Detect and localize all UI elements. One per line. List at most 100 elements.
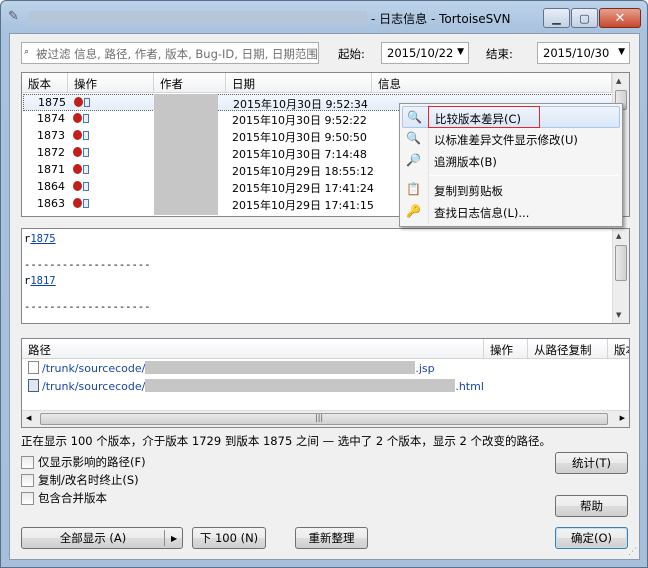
scroll-thumb[interactable] [40,413,608,425]
scroll-grip-icon: ||| [315,413,324,422]
menu-item-label: 以标准差异文件显示修改(U) [434,133,578,147]
checkbox-label: 仅显示影响的路径(F) [38,455,146,469]
col-header-path[interactable]: 路径 [22,339,484,359]
diff-magnifier-icon: 🔍 [406,131,421,145]
show-all-label: 全部显示 (A) [59,531,127,545]
close-button[interactable]: ✕ [599,8,641,28]
modified-icon [73,146,89,159]
resize-grip-icon[interactable]: ⋰ [628,547,637,557]
statistics-button[interactable]: 统计(T) [555,452,628,474]
next-100-button[interactable]: 下 100 (N) [192,527,266,549]
blame-icon: 🔎 [406,153,421,167]
author-redacted [154,94,218,215]
menu-separator [430,175,618,176]
message-line: r1817 [24,275,56,287]
modified-icon [73,163,89,176]
revision-date: 2015年10月29日 18:55:12 [232,165,374,178]
modified-icon [73,197,89,210]
revision-number: 1872 [37,146,65,159]
col-header-copy-from[interactable]: 从路径复制 [528,339,608,359]
menu-item-label: 追溯版本(B) [434,155,497,169]
path-suffix: .jsp [415,362,435,375]
menu-item-copy-clipboard[interactable]: 📋 复制到剪贴板 [402,179,620,201]
revision-number: 1873 [37,129,65,142]
scroll-down-icon[interactable]: ▼ [616,311,621,319]
chevron-down-icon: ▼ [457,47,464,57]
revision-date: 2015年10月30日 9:52:22 [232,114,367,127]
maximize-icon: ▢ [579,11,590,25]
scroll-thumb[interactable] [615,245,627,281]
from-date-value: 2015/10/22 [387,46,454,60]
revision-date: 2015年10月30日 9:52:34 [233,98,368,111]
checkbox-box[interactable] [21,473,34,487]
col-header-date[interactable]: 日期 [226,73,372,93]
revision-number: 1863 [37,197,65,210]
paths-horizontal-scrollbar[interactable]: ◀ ||| ▶ [22,410,629,427]
tortoisesvn-app-icon: ✎ [8,9,19,24]
find-icon: 🔑 [406,204,421,218]
changed-paths-list[interactable]: 路径 操作 从路径复制 版本 /trunk/sourcecode/ .jsp /t… [21,338,630,428]
scroll-left-icon[interactable]: ◀ [26,414,31,422]
col-header-path-action[interactable]: 操作 [484,339,528,359]
message-scrollbar[interactable]: ▲ ▼ [612,229,629,323]
affected-paths-only-checkbox[interactable]: 仅显示影响的路径(F) [21,454,146,470]
list-item[interactable]: /trunk/sourcecode/ .html [28,379,484,396]
menu-item-compare-revisions[interactable]: 🔍 比较版本差异(C) [402,106,620,128]
menu-item-label: 查找日志信息(L)... [434,206,530,220]
revision-date: 2015年10月30日 7:14:48 [232,148,367,161]
stop-on-copy-checkbox[interactable]: 复制/改名时终止(S) [21,472,139,488]
from-date-picker[interactable]: 2015/10/22 ▼ [381,42,469,64]
menu-item-label: 比较版本差异(C) [435,112,522,126]
menu-item-unified-diff[interactable]: 🔍 以标准差异文件显示修改(U) [402,128,620,150]
path-redacted [145,379,456,392]
checkbox-label: 包含合并版本 [38,491,107,505]
path-suffix: .html [455,380,484,393]
scroll-up-icon[interactable]: ▲ [616,77,621,85]
col-header-author[interactable]: 作者 [154,73,226,93]
context-menu: 🔍 比较版本差异(C) 🔍 以标准差异文件显示修改(U) 🔎 追溯版本(B) 📋… [399,103,623,227]
window-title: - 日志信息 - TortoiseSVN [371,12,511,26]
refresh-button[interactable]: 重新整理 [295,527,368,549]
filter-input[interactable]: ⌕ 被过滤 信息, 路径, 作者, 版本, Bug-ID, 日期, 日期范围 [21,42,319,64]
checkbox-box[interactable] [21,491,34,505]
message-line: r1875 [24,233,56,245]
clipboard-icon: 📋 [406,182,421,196]
split-arrow-icon[interactable]: ▶ [171,534,177,543]
col-header-path-revision[interactable]: 版本 [608,339,629,359]
col-header-message[interactable]: 信息 [372,73,612,93]
status-text: 正在显示 100 个版本，介于版本 1729 到版本 1875 之间 — 选中了… [21,434,551,448]
menu-item-blame[interactable]: 🔎 追溯版本(B) [402,150,620,172]
list-item[interactable]: /trunk/sourcecode/ .jsp [28,361,435,378]
checkbox-box[interactable] [21,455,34,469]
menu-item-find-log[interactable]: 🔑 查找日志信息(L)... [402,201,620,223]
minimize-icon: ▁ [552,11,561,25]
col-header-action[interactable]: 操作 [68,73,154,93]
revision-number: 1871 [37,163,65,176]
close-icon: ✕ [614,10,626,26]
to-date-picker[interactable]: 2015/10/30 ▼ [537,42,630,64]
log-window: ✎ - 日志信息 - TortoiseSVN ▁ ▢ ✕ ⌕ 被过滤 信息, 路… [0,0,648,568]
scroll-up-icon[interactable]: ▲ [616,232,621,240]
revision-date: 2015年10月30日 9:50:50 [232,131,367,144]
log-message-area[interactable]: r1875 -------------------- r1817 -------… [21,228,630,324]
modified-icon [73,129,89,142]
scroll-right-icon[interactable]: ▶ [620,414,625,422]
revision-number: 1875 [38,96,66,109]
message-separator: -------------------- [24,301,151,313]
filter-placeholder: 被过滤 信息, 路径, 作者, 版本, Bug-ID, 日期, 日期范围 [36,47,318,61]
col-header-revision[interactable]: 版本 [22,73,68,93]
revision-link[interactable]: 1817 [30,275,55,287]
revision-link[interactable]: 1875 [30,233,55,245]
show-all-button[interactable]: 全部显示 (A) ▶ [21,527,183,549]
title-bar[interactable]: ✎ - 日志信息 - TortoiseSVN ▁ ▢ ✕ [1,1,647,33]
ok-button[interactable]: 确定(O) [555,527,628,549]
html-file-icon [28,379,39,392]
help-button[interactable]: 帮助 [555,495,628,517]
modified-icon [73,112,89,125]
path-prefix: /trunk/sourcecode/ [42,362,146,375]
from-label: 起始: [338,47,365,61]
minimize-button[interactable]: ▁ [543,8,570,28]
path-prefix: /trunk/sourcecode/ [42,380,146,393]
maximize-button[interactable]: ▢ [571,8,598,28]
include-merged-checkbox[interactable]: 包含合并版本 [21,490,107,506]
